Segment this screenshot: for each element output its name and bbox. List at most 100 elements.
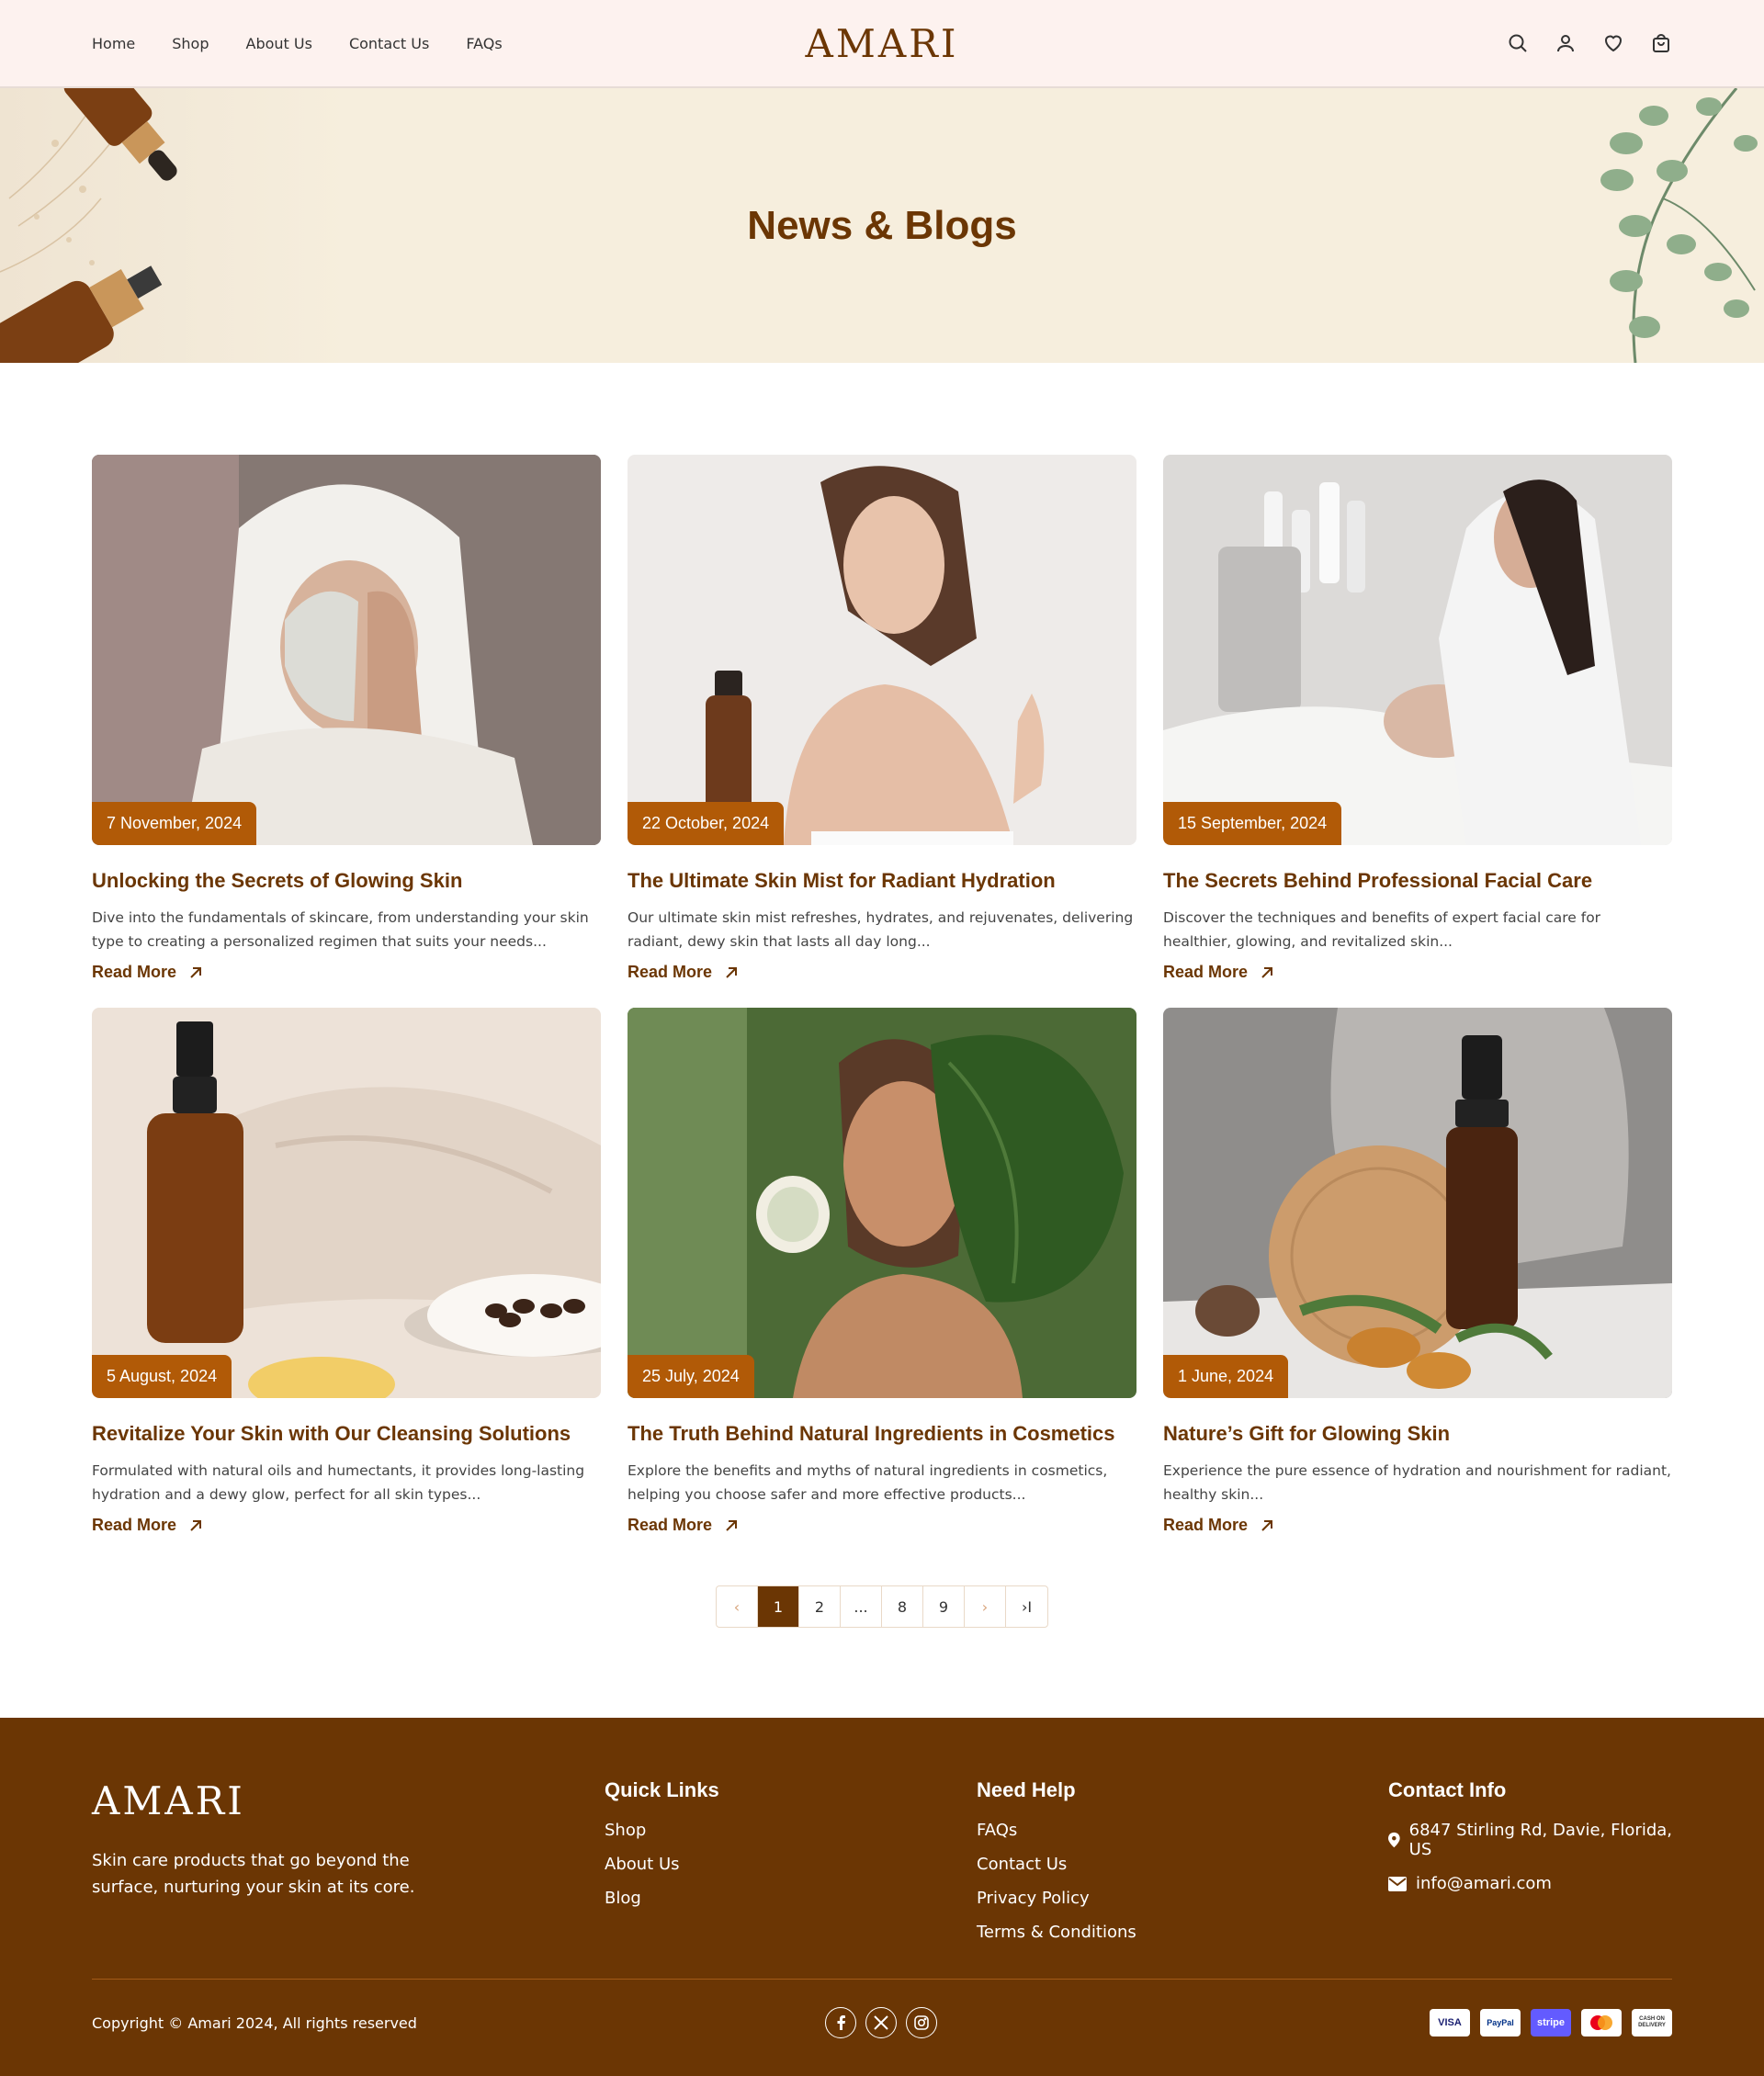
arrow-up-right-icon	[190, 1519, 202, 1531]
site-header: Home Shop About Us Contact Us FAQs AMARI	[0, 0, 1764, 88]
page-button[interactable]: 1	[758, 1586, 799, 1627]
mail-icon	[1388, 1876, 1407, 1891]
read-more-label: Read More	[628, 963, 713, 981]
blog-card-image[interactable]: 25 July, 2024	[628, 1008, 1136, 1398]
footer-link-faqs[interactable]: FAQs	[977, 1821, 1136, 1840]
instagram-icon[interactable]	[906, 2007, 937, 2038]
nav-about-us[interactable]: About Us	[246, 35, 312, 52]
read-more-label: Read More	[92, 963, 177, 981]
read-more-link[interactable]: Read More	[1163, 1516, 1273, 1535]
footer-logo[interactable]: AMARI	[92, 1778, 478, 1823]
read-more-link[interactable]: Read More	[628, 963, 738, 982]
post-date-badge: 7 November, 2024	[92, 802, 257, 845]
arrow-up-right-icon	[1261, 1519, 1273, 1531]
search-icon[interactable]	[1507, 32, 1529, 54]
read-more-link[interactable]: Read More	[628, 1516, 738, 1535]
post-title[interactable]: Nature’s Gift for Glowing Skin	[1163, 1422, 1672, 1446]
page-button[interactable]: 8	[882, 1586, 923, 1627]
footer-need-help: Need Help FAQs Contact Us Privacy Policy…	[977, 1778, 1136, 1957]
blog-card: 25 July, 2024 The Truth Behind Natural I…	[628, 1008, 1136, 1535]
mastercard-logo	[1590, 2015, 1612, 2030]
arrow-up-right-icon	[726, 1519, 738, 1531]
post-excerpt: Discover the techniques and benefits of …	[1163, 909, 1601, 950]
read-more-link[interactable]: Read More	[1163, 963, 1273, 982]
contact-email[interactable]: info@amari.com	[1388, 1874, 1672, 1893]
footer-brand: AMARI Skin care products that go beyond …	[92, 1778, 478, 1979]
post-date-badge: 22 October, 2024	[628, 802, 785, 845]
facebook-icon[interactable]	[825, 2007, 856, 2038]
pagination: ‹ 1 2 ... 8 9 › ›I	[92, 1585, 1672, 1628]
arrow-up-right-icon	[726, 966, 738, 978]
arrow-up-right-icon	[1261, 966, 1273, 978]
nav-shop[interactable]: Shop	[172, 35, 209, 52]
site-logo[interactable]: AMARI	[806, 21, 959, 66]
footer-link-privacy-policy[interactable]: Privacy Policy	[977, 1889, 1136, 1908]
quick-links-heading: Quick Links	[605, 1778, 719, 1801]
footer-link-contact-us[interactable]: Contact Us	[977, 1855, 1136, 1874]
blog-card: 15 September, 2024 The Secrets Behind Pr…	[1163, 455, 1672, 982]
post-excerpt: Formulated with natural oils and humecta…	[92, 1462, 585, 1503]
blog-card-image[interactable]: 15 September, 2024	[1163, 455, 1672, 845]
site-footer: AMARI Skin care products that go beyond …	[0, 1718, 1764, 2076]
prev-page-button[interactable]: ‹	[717, 1586, 758, 1627]
blog-section: 7 November, 2024 Unlocking the Secrets o…	[0, 363, 1764, 1628]
nav-faqs[interactable]: FAQs	[466, 35, 502, 52]
footer-link-blog[interactable]: Blog	[605, 1889, 719, 1908]
bag-icon[interactable]	[1650, 32, 1672, 54]
visa-badge: VISA	[1430, 2009, 1470, 2037]
heart-icon[interactable]	[1602, 32, 1624, 54]
read-more-label: Read More	[1163, 1516, 1249, 1534]
next-page-button[interactable]: ›	[965, 1586, 1006, 1627]
footer-link-shop[interactable]: Shop	[605, 1821, 719, 1840]
contact-info-heading: Contact Info	[1388, 1778, 1507, 1801]
post-title[interactable]: The Secrets Behind Professional Facial C…	[1163, 869, 1672, 893]
read-more-link[interactable]: Read More	[92, 1516, 202, 1535]
header-actions	[1507, 32, 1672, 54]
blog-card-image[interactable]: 5 August, 2024	[92, 1008, 601, 1398]
post-title[interactable]: The Truth Behind Natural Ingredients in …	[628, 1422, 1136, 1446]
blog-card-image[interactable]: 1 June, 2024	[1163, 1008, 1672, 1398]
nav-contact-us[interactable]: Contact Us	[349, 35, 429, 52]
footer-contact-info: Contact Info 6847 Stirling Rd, Davie, Fl…	[1388, 1778, 1672, 1908]
post-title[interactable]: Unlocking the Secrets of Glowing Skin	[92, 869, 601, 893]
contact-address: 6847 Stirling Rd, Davie, Florida, US	[1388, 1821, 1672, 1859]
page-ellipsis: ...	[841, 1586, 882, 1627]
post-date-badge: 15 September, 2024	[1163, 802, 1342, 845]
page-button[interactable]: 9	[923, 1586, 965, 1627]
post-excerpt: Dive into the fundamentals of skincare, …	[92, 909, 589, 950]
copyright: Copyright © Amari 2024, All rights reser…	[92, 2014, 417, 2032]
footer-top: AMARI Skin care products that go beyond …	[92, 1778, 1672, 1979]
blog-card: 22 October, 2024 The Ultimate Skin Mist …	[628, 455, 1136, 982]
last-page-button[interactable]: ›I	[1006, 1586, 1047, 1627]
page-title: News & Blogs	[747, 202, 1017, 248]
hero-banner: News & Blogs	[0, 88, 1764, 363]
footer-tagline: Skin care products that go beyond the su…	[92, 1851, 415, 1897]
read-more-label: Read More	[628, 1516, 713, 1534]
post-excerpt: Experience the pure essence of hydration…	[1163, 1462, 1671, 1503]
nav-home[interactable]: Home	[92, 35, 135, 52]
blog-grid: 7 November, 2024 Unlocking the Secrets o…	[92, 455, 1672, 1535]
social-links	[825, 2007, 937, 2038]
post-title[interactable]: The Ultimate Skin Mist for Radiant Hydra…	[628, 869, 1136, 893]
read-more-link[interactable]: Read More	[92, 963, 202, 982]
blog-card-image[interactable]: 7 November, 2024	[92, 455, 601, 845]
hero-bottles-image	[0, 88, 349, 363]
post-date-badge: 25 July, 2024	[628, 1355, 754, 1398]
footer-link-about-us[interactable]: About Us	[605, 1855, 719, 1874]
footer-link-terms[interactable]: Terms & Conditions	[977, 1923, 1136, 1942]
post-title[interactable]: Revitalize Your Skin with Our Cleansing …	[92, 1422, 601, 1446]
user-icon[interactable]	[1555, 32, 1577, 54]
page-button[interactable]: 2	[799, 1586, 841, 1627]
x-icon[interactable]	[865, 2007, 897, 2038]
hero-eucalyptus-image	[1525, 88, 1764, 363]
cash-on-delivery-badge: CASH ON DELIVERY	[1632, 2009, 1672, 2037]
mastercard-badge	[1581, 2009, 1622, 2037]
blog-card: 7 November, 2024 Unlocking the Secrets o…	[92, 455, 601, 982]
read-more-label: Read More	[92, 1516, 177, 1534]
paypal-badge: PayPal	[1480, 2009, 1521, 2037]
blog-card-image[interactable]: 22 October, 2024	[628, 455, 1136, 845]
blog-card: 1 June, 2024 Nature’s Gift for Glowing S…	[1163, 1008, 1672, 1535]
address-text: 6847 Stirling Rd, Davie, Florida, US	[1408, 1821, 1673, 1859]
post-excerpt: Our ultimate skin mist refreshes, hydrat…	[628, 909, 1134, 950]
footer-bottom: Copyright © Amari 2024, All rights reser…	[92, 1980, 1672, 2066]
